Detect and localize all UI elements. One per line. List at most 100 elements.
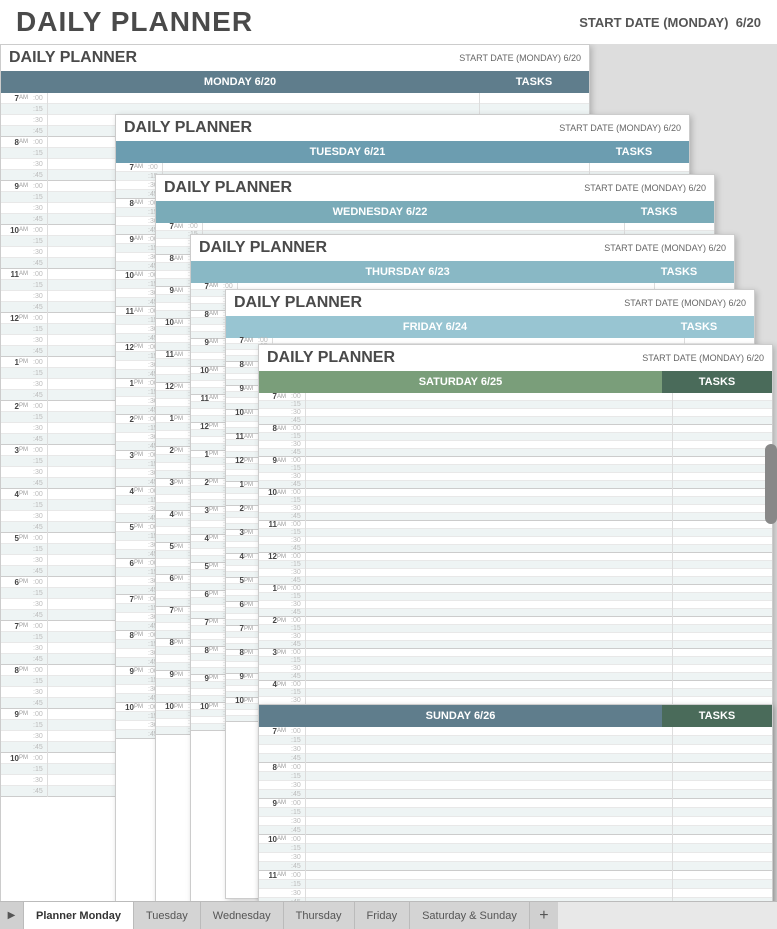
task-cell[interactable] [672, 880, 772, 889]
task-cell[interactable] [672, 889, 772, 898]
schedule-cell[interactable] [305, 545, 672, 553]
schedule-cell[interactable] [305, 505, 672, 513]
schedule-cell[interactable] [305, 585, 672, 593]
task-cell[interactable] [672, 425, 772, 433]
task-cell[interactable] [672, 593, 772, 601]
tab-saturday-sunday[interactable]: Saturday & Sunday [410, 902, 530, 929]
schedule-cell[interactable] [305, 889, 672, 898]
tab-wednesday[interactable]: Wednesday [201, 902, 284, 929]
task-cell[interactable] [672, 898, 772, 902]
task-cell[interactable] [672, 401, 772, 409]
task-cell[interactable] [672, 521, 772, 529]
task-cell[interactable] [672, 465, 772, 473]
tab-add-button[interactable]: + [530, 902, 558, 929]
schedule-cell[interactable] [305, 781, 672, 790]
task-cell[interactable] [672, 763, 772, 772]
task-cell[interactable] [479, 104, 589, 115]
task-cell[interactable] [672, 790, 772, 799]
schedule-cell[interactable] [305, 609, 672, 617]
task-cell[interactable] [672, 617, 772, 625]
schedule-cell[interactable] [305, 441, 672, 449]
schedule-cell[interactable] [305, 681, 672, 689]
task-cell[interactable] [672, 826, 772, 835]
task-cell[interactable] [672, 409, 772, 417]
task-cell[interactable] [672, 862, 772, 871]
schedule-cell[interactable] [305, 835, 672, 844]
task-cell[interactable] [672, 561, 772, 569]
schedule-cell[interactable] [305, 593, 672, 601]
task-cell[interactable] [672, 817, 772, 826]
schedule-cell[interactable] [305, 673, 672, 681]
task-cell[interactable] [672, 545, 772, 553]
task-cell[interactable] [672, 577, 772, 585]
task-cell[interactable] [672, 489, 772, 497]
schedule-cell[interactable] [305, 649, 672, 657]
tab-prev-button[interactable]: ▶ [0, 902, 24, 929]
schedule-cell[interactable] [305, 633, 672, 641]
schedule-cell[interactable] [305, 880, 672, 889]
schedule-cell[interactable] [162, 163, 589, 172]
schedule-cell[interactable] [305, 657, 672, 665]
schedule-cell[interactable] [305, 625, 672, 633]
task-cell[interactable] [672, 505, 772, 513]
schedule-cell[interactable] [305, 409, 672, 417]
schedule-cell[interactable] [305, 553, 672, 561]
tab-thursday[interactable]: Thursday [284, 902, 355, 929]
tab-tuesday[interactable]: Tuesday [134, 902, 201, 929]
schedule-cell[interactable] [305, 898, 672, 902]
schedule-cell[interactable] [305, 393, 672, 401]
tab-friday[interactable]: Friday [355, 902, 411, 929]
task-cell[interactable] [672, 681, 772, 689]
schedule-cell[interactable] [305, 862, 672, 871]
schedule-cell[interactable] [305, 569, 672, 577]
schedule-cell[interactable] [305, 689, 672, 697]
schedule-cell[interactable] [305, 754, 672, 763]
task-cell[interactable] [589, 163, 689, 172]
schedule-cell[interactable] [305, 665, 672, 673]
schedule-cell[interactable] [305, 736, 672, 745]
schedule-cell[interactable] [305, 481, 672, 489]
task-cell[interactable] [672, 745, 772, 754]
schedule-cell[interactable] [305, 853, 672, 862]
task-cell[interactable] [672, 433, 772, 441]
schedule-cell[interactable] [305, 401, 672, 409]
task-cell[interactable] [624, 223, 714, 231]
task-cell[interactable] [672, 569, 772, 577]
task-cell[interactable] [672, 481, 772, 489]
schedule-cell[interactable] [305, 790, 672, 799]
task-cell[interactable] [672, 513, 772, 521]
schedule-cell[interactable] [305, 772, 672, 781]
schedule-cell[interactable] [305, 601, 672, 609]
schedule-cell[interactable] [305, 817, 672, 826]
task-cell[interactable] [672, 609, 772, 617]
schedule-cell[interactable] [47, 104, 479, 115]
task-cell[interactable] [672, 473, 772, 481]
schedule-cell[interactable] [305, 727, 672, 736]
schedule-cell[interactable] [305, 529, 672, 537]
task-cell[interactable] [672, 808, 772, 817]
schedule-cell[interactable] [305, 745, 672, 754]
schedule-cell[interactable] [305, 417, 672, 425]
schedule-cell[interactable] [305, 521, 672, 529]
task-cell[interactable] [672, 457, 772, 465]
scrollbar[interactable] [765, 444, 777, 524]
schedule-cell[interactable] [305, 808, 672, 817]
schedule-cell[interactable] [305, 561, 672, 569]
task-cell[interactable] [672, 799, 772, 808]
task-cell[interactable] [479, 93, 589, 104]
schedule-cell[interactable] [305, 457, 672, 465]
schedule-cell[interactable] [305, 641, 672, 649]
task-cell[interactable] [672, 601, 772, 609]
schedule-cell[interactable] [305, 433, 672, 441]
schedule-cell[interactable] [305, 844, 672, 853]
task-cell[interactable] [672, 625, 772, 633]
task-cell[interactable] [672, 441, 772, 449]
task-cell[interactable] [672, 633, 772, 641]
task-cell[interactable] [672, 641, 772, 649]
schedule-cell[interactable] [202, 223, 624, 231]
schedule-cell[interactable] [305, 465, 672, 473]
schedule-cell[interactable] [305, 473, 672, 481]
task-cell[interactable] [672, 835, 772, 844]
schedule-cell[interactable] [47, 93, 479, 104]
task-cell[interactable] [672, 736, 772, 745]
